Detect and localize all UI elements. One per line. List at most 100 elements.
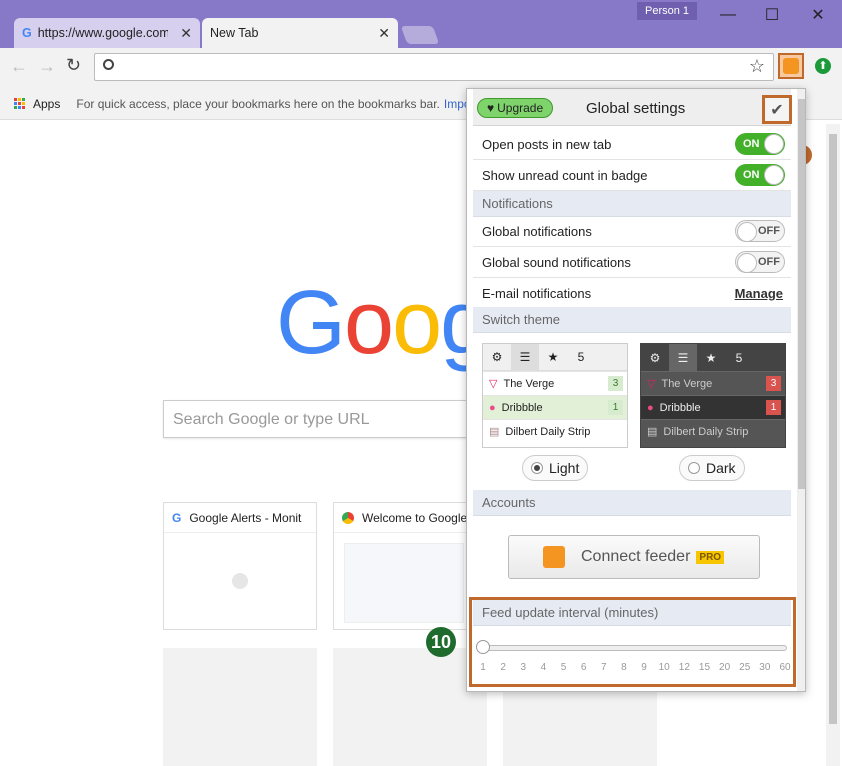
popup-header: ♥ Upgrade Global settings ✔ xyxy=(473,89,792,126)
interval-tick-label: 30 xyxy=(759,662,771,673)
toggle-state: OFF xyxy=(758,256,780,268)
count-icon: 5 xyxy=(735,350,743,365)
list-icon: ☰ xyxy=(511,344,539,370)
tab-google[interactable]: G https://www.google.com ✕ xyxy=(14,18,200,48)
feed-name: Dilbert Daily Strip xyxy=(663,425,749,438)
apps-link[interactable]: Apps xyxy=(33,97,60,111)
scrollbar-thumb[interactable] xyxy=(829,134,837,724)
minimize-button[interactable]: — xyxy=(706,0,750,30)
empty-tile xyxy=(163,648,317,766)
feed-row: ● Dribbble 1 xyxy=(483,395,627,419)
new-tab-button[interactable] xyxy=(400,26,440,44)
tab-title: New Tab xyxy=(210,26,259,40)
radio-label: Dark xyxy=(706,460,736,476)
dilbert-icon: ▤ xyxy=(647,426,658,438)
theme-light-radio[interactable]: Light xyxy=(522,455,589,481)
save-check-button[interactable]: ✔ xyxy=(762,95,792,124)
toggle-state: OFF xyxy=(758,225,780,237)
section-notifications: Notifications xyxy=(473,191,791,217)
interval-tick-label: 12 xyxy=(678,662,690,673)
popup-scrollbar[interactable] xyxy=(797,89,805,691)
heart-icon: ♥ xyxy=(487,101,495,115)
theme-preview-dark[interactable]: ⚙ ☰ ★ 5 ▽ The Verge 3 ● Dribbble 1 ▤ Dilbert Dai… xyxy=(640,343,786,448)
bookmark-star-icon[interactable]: ☆ xyxy=(749,56,765,77)
interval-slider-track[interactable] xyxy=(481,645,787,651)
count-icon: 5 xyxy=(577,350,585,364)
interval-tick-label: 8 xyxy=(621,662,627,673)
section-accounts: Accounts xyxy=(473,490,791,516)
unread-count: 3 xyxy=(608,376,623,391)
feed-name: Dilbert Daily Strip xyxy=(505,425,591,438)
unread-count: 1 xyxy=(766,400,781,415)
gear-icon: ⚙ xyxy=(491,350,503,364)
update-icon[interactable]: ⬆ xyxy=(815,58,831,74)
unread-count: 1 xyxy=(608,400,623,415)
interval-tick-label: 4 xyxy=(540,662,547,673)
star-icon: ★ xyxy=(547,350,559,364)
interval-tick-label: 7 xyxy=(601,662,607,673)
theme-preview-light[interactable]: ⚙ ☰ ★ 5 ▽ The Verge 3 ● Dribbble 1 ▤ Dilbert Dai… xyxy=(482,343,628,448)
tab-new-tab[interactable]: New Tab ✕ xyxy=(202,18,398,48)
feed-row: ▽ The Verge 3 xyxy=(483,371,627,395)
setting-email-notifications: E-mail notifications Manage xyxy=(473,278,791,309)
feed-row: ▤ Dilbert Daily Strip xyxy=(483,419,627,443)
radio-icon xyxy=(688,462,700,474)
toggle-state: ON xyxy=(743,169,760,181)
feeder-extension-button[interactable] xyxy=(778,53,804,79)
tab-title: https://www.google.com xyxy=(37,26,168,40)
forward-button[interactable]: → xyxy=(38,56,56,77)
google-favicon-icon: G xyxy=(172,510,182,525)
scrollbar-thumb[interactable] xyxy=(798,99,805,489)
interval-slider-handle[interactable] xyxy=(476,640,490,654)
most-visited-tile[interactable]: G Google Alerts - Monit xyxy=(163,502,317,630)
manage-link[interactable]: Manage xyxy=(735,286,783,301)
callout-badge: 10 xyxy=(426,627,456,657)
reload-button[interactable]: ↻ xyxy=(66,55,81,76)
feed-name: The Verge xyxy=(661,377,713,390)
setting-label: Show unread count in badge xyxy=(482,167,648,183)
setting-global-sound: Global sound notifications OFF xyxy=(473,247,791,278)
search-icon xyxy=(103,59,114,70)
toggle-state: ON xyxy=(743,138,760,150)
profile-button[interactable]: Person 1 xyxy=(637,2,697,20)
feeder-popup: ♥ Upgrade Global settings ✔ Open posts in… xyxy=(466,88,806,692)
theme-dark-radio[interactable]: Dark xyxy=(679,455,745,481)
tab-close-icon[interactable]: ✕ xyxy=(378,25,390,42)
logo-letter: o xyxy=(344,273,394,373)
chrome-favicon-icon xyxy=(342,511,354,524)
tab-close-icon[interactable]: ✕ xyxy=(180,25,192,42)
interval-tick-label: 5 xyxy=(560,662,567,673)
radio-icon xyxy=(531,462,543,474)
toggle-switch[interactable]: ON xyxy=(735,164,785,186)
connect-feeder-button[interactable]: Connect feeder PRO xyxy=(508,535,760,579)
setting-open-in-new-tab: Open posts in new tab ON xyxy=(473,129,791,160)
setting-label: Global notifications xyxy=(482,223,592,239)
setting-label: Global sound notifications xyxy=(482,254,631,270)
empty-tile xyxy=(503,692,657,766)
apps-icon xyxy=(14,98,25,109)
tile-title: Google Alerts - Monit xyxy=(189,510,302,525)
toggle-switch[interactable]: ON xyxy=(735,133,785,155)
close-window-button[interactable]: ✕ xyxy=(796,0,840,30)
popup-title: Global settings xyxy=(586,100,686,117)
toggle-switch[interactable]: OFF xyxy=(735,251,785,273)
interval-tick-label: 9 xyxy=(641,662,647,673)
interval-tick-label: 6 xyxy=(580,662,587,673)
search-input[interactable]: Search Google or type URL xyxy=(163,400,473,438)
upgrade-button[interactable]: ♥ Upgrade xyxy=(477,98,554,118)
bookmarks-hint: For quick access, place your bookmarks h… xyxy=(76,96,440,111)
most-visited-tile[interactable]: Welcome to Google xyxy=(333,502,469,630)
setting-global-notifications: Global notifications OFF xyxy=(473,216,791,247)
maximize-button[interactable]: ☐ xyxy=(750,0,794,30)
rss-icon xyxy=(543,546,565,568)
upgrade-label: Upgrade xyxy=(497,101,544,115)
feed-row: ▤ Dilbert Daily Strip xyxy=(641,419,785,443)
interval-tick-label: 20 xyxy=(719,662,731,673)
feed-row: ▽ The Verge 3 xyxy=(641,371,785,395)
feed-name: Dribbble xyxy=(501,401,543,414)
omnibox[interactable]: ☆ xyxy=(94,53,774,81)
back-button[interactable]: ← xyxy=(10,56,28,77)
interval-tick-label: 60 xyxy=(779,662,791,673)
toggle-switch[interactable]: OFF xyxy=(735,220,785,242)
page-scrollbar[interactable] xyxy=(826,124,840,766)
